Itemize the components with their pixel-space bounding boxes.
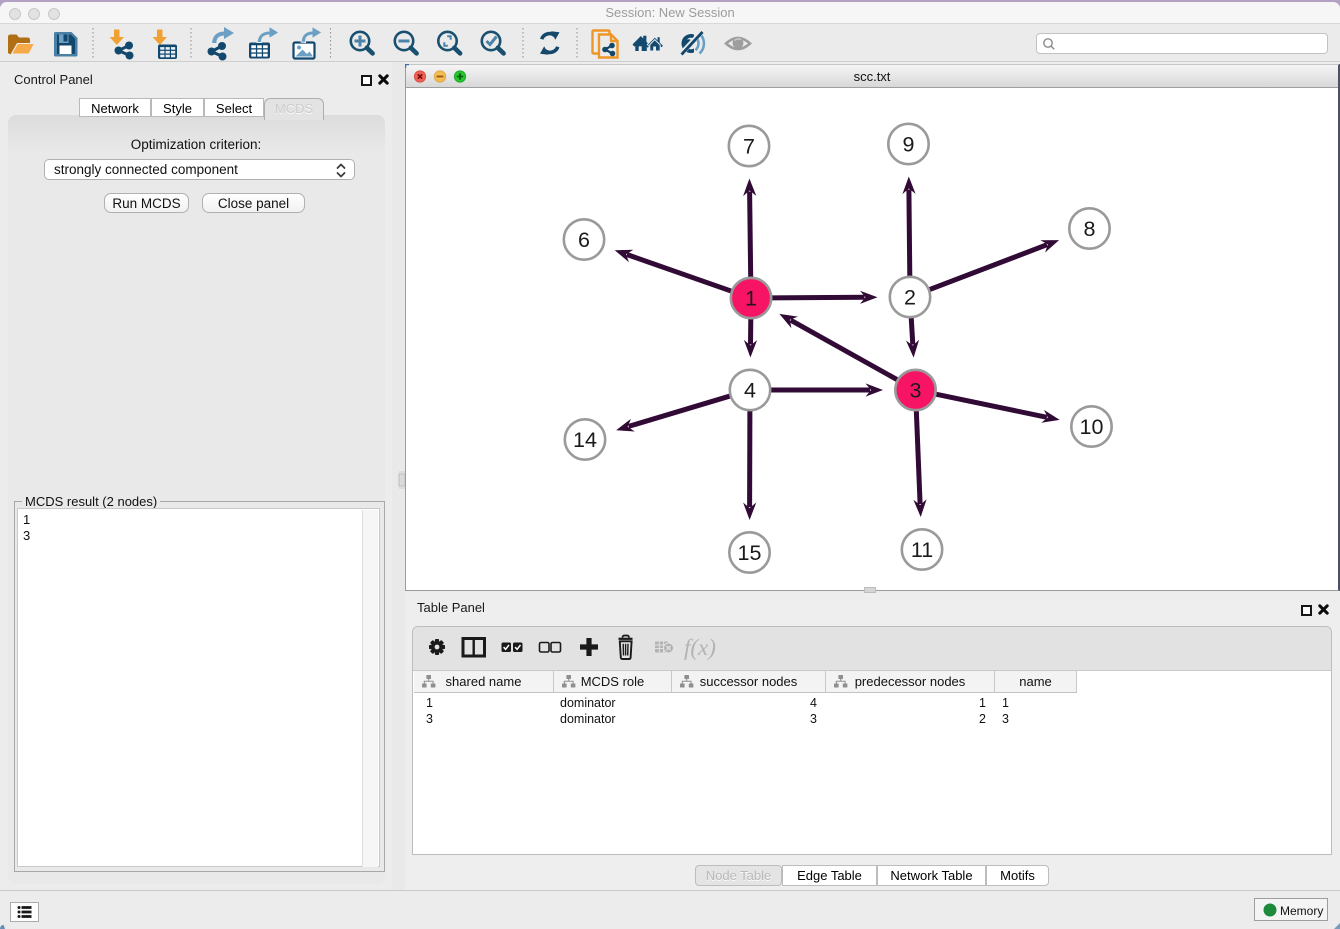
svg-text:8: 8 [1084,217,1096,241]
svg-text:4: 4 [744,379,756,403]
svg-text:11: 11 [911,538,933,562]
svg-text:14: 14 [573,428,597,452]
svg-text:f(x): f(x) [684,635,716,660]
svg-text:6: 6 [578,228,590,252]
svg-text:9: 9 [903,133,915,157]
svg-text:1: 1 [745,287,757,311]
svg-text:10: 10 [1080,415,1104,439]
svg-text:3: 3 [910,379,922,403]
svg-text:2: 2 [904,286,916,310]
svg-text:7: 7 [743,135,755,159]
svg-text:15: 15 [738,541,762,565]
